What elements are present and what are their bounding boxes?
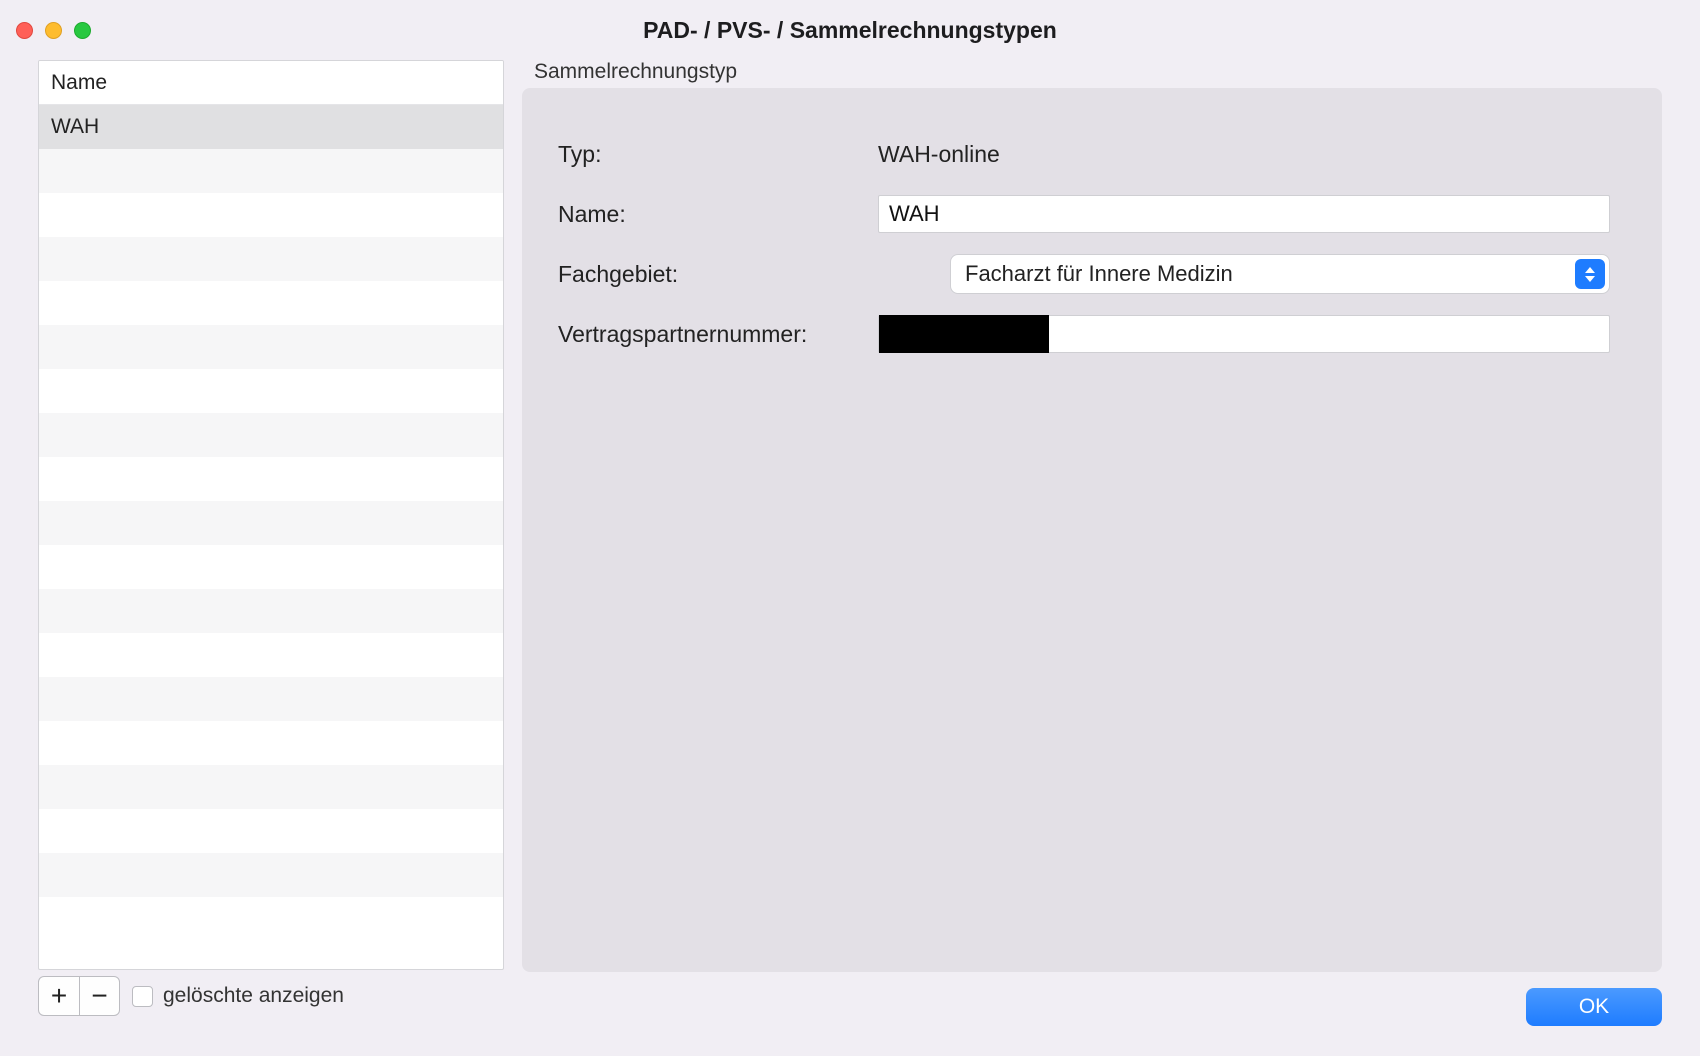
list-item[interactable] — [39, 897, 503, 941]
list-column-header[interactable]: Name — [39, 61, 503, 105]
label-typ: Typ: — [558, 141, 878, 168]
list-item[interactable] — [39, 677, 503, 721]
list-item[interactable] — [39, 721, 503, 765]
redacted-value — [879, 315, 1049, 353]
list-item[interactable] — [39, 501, 503, 545]
close-icon[interactable] — [16, 22, 33, 39]
list-item[interactable] — [39, 809, 503, 853]
show-deleted-checkbox[interactable]: gelöschte anzeigen — [132, 984, 344, 1008]
list-item[interactable] — [39, 149, 503, 193]
list-item[interactable] — [39, 633, 503, 677]
vpnr-field[interactable] — [878, 315, 1610, 353]
list-item[interactable] — [39, 281, 503, 325]
list-item[interactable] — [39, 413, 503, 457]
list-item[interactable] — [39, 545, 503, 589]
fachgebiet-select[interactable]: Facharzt für Innere Medizin — [950, 254, 1610, 294]
label-name: Name: — [558, 201, 878, 228]
list-item[interactable] — [39, 237, 503, 281]
show-deleted-input[interactable] — [132, 986, 153, 1007]
list-item[interactable] — [39, 369, 503, 413]
fachgebiet-value: Facharzt für Innere Medizin — [965, 261, 1233, 287]
list-item[interactable] — [39, 765, 503, 809]
maximize-icon[interactable] — [74, 22, 91, 39]
value-typ: WAH-online — [878, 141, 1000, 168]
name-field[interactable] — [878, 195, 1610, 233]
label-fachgebiet: Fachgebiet: — [558, 261, 878, 288]
list-item[interactable] — [39, 853, 503, 897]
chevron-updown-icon — [1575, 259, 1605, 289]
list-item[interactable] — [39, 589, 503, 633]
window-controls — [16, 22, 91, 39]
type-list[interactable]: Name WAH — [38, 60, 504, 970]
ok-button[interactable]: OK — [1526, 988, 1662, 1026]
list-item[interactable] — [39, 325, 503, 369]
list-item[interactable] — [39, 193, 503, 237]
detail-panel: Typ: WAH-online Name: Fachgebiet: Fachar… — [522, 88, 1662, 972]
label-vpnr: Vertragspartnernummer: — [558, 321, 878, 348]
minimize-icon[interactable] — [45, 22, 62, 39]
list-item[interactable]: WAH — [39, 105, 503, 149]
add-button[interactable]: + — [39, 977, 79, 1015]
titlebar: PAD- / PVS- / Sammelrechnungstypen — [0, 0, 1700, 60]
window-title: PAD- / PVS- / Sammelrechnungstypen — [0, 17, 1700, 44]
group-caption: Sammelrechnungstyp — [534, 60, 1662, 84]
show-deleted-label: gelöschte anzeigen — [163, 984, 344, 1008]
list-item[interactable] — [39, 457, 503, 501]
remove-button[interactable]: − — [79, 977, 119, 1015]
